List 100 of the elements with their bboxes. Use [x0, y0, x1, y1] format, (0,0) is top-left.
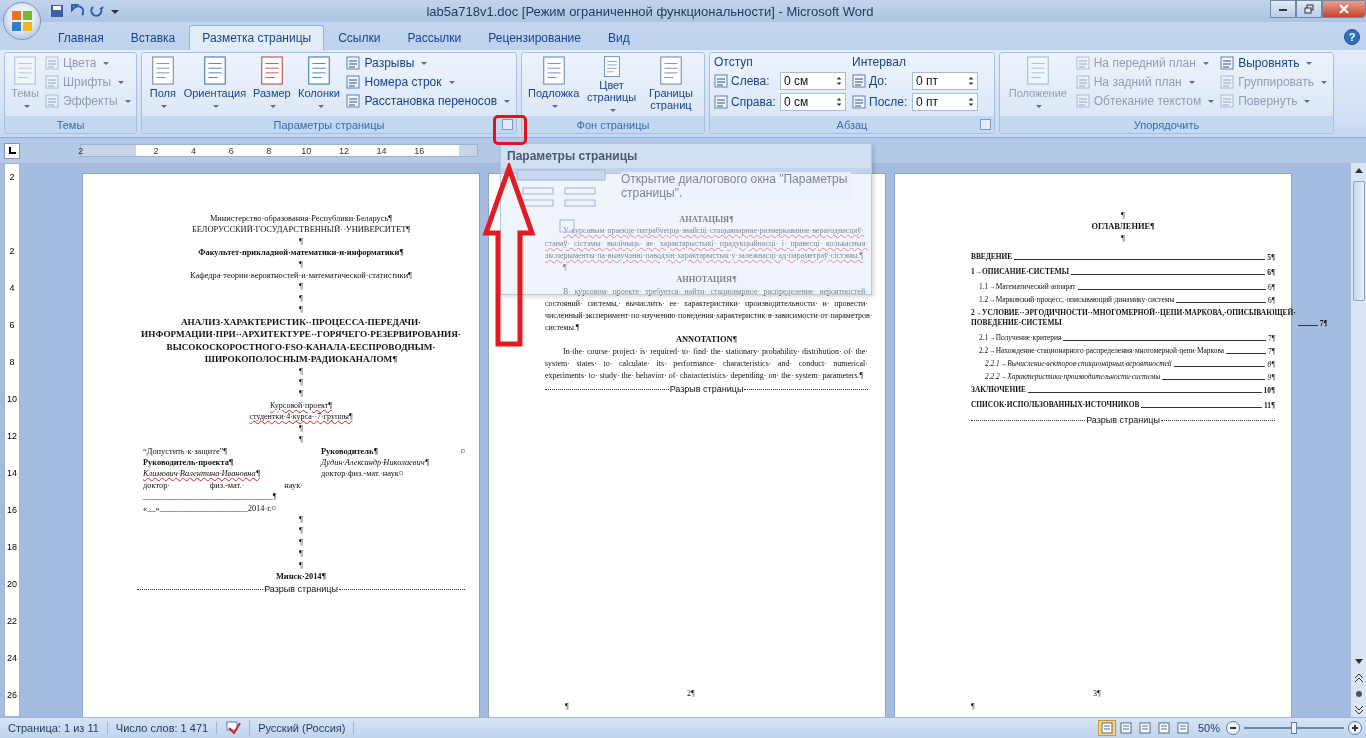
zoom-out-button[interactable]	[1226, 721, 1240, 735]
paragraph: ¶	[1120, 210, 1126, 222]
ribbon-tab[interactable]: Вид	[594, 25, 643, 50]
word-count[interactable]: Число слов: 1 471	[107, 722, 218, 734]
signature-line: “Допустить·к·защите”¶	[143, 445, 229, 457]
ruler-number: 16	[414, 145, 425, 156]
paragraph: АННОТАЦИЯ¶	[675, 274, 738, 286]
paragraph: Факультет·прикладной·математики·и·информатики¶	[197, 247, 405, 259]
ribbon-button[interactable]: Подложка	[526, 55, 582, 116]
paragraph: Министерство·образования·Республики·Беларусь¶	[208, 213, 394, 225]
spelling-check-icon[interactable]	[225, 720, 242, 734]
page-icon	[1138, 722, 1151, 734]
leader-line	[1226, 353, 1266, 355]
ruler-number: 2	[9, 245, 15, 256]
view-button[interactable]	[1097, 720, 1116, 736]
ruler-number: 12	[7, 430, 17, 441]
ruler-number: 10	[7, 393, 17, 404]
page-break: Разрыв страницы	[668, 384, 745, 395]
lines-icon	[1075, 56, 1090, 70]
ruler-number: 20	[7, 578, 17, 589]
ribbon-tab[interactable]: Ссылки	[325, 25, 394, 50]
scroll-thumb[interactable]	[1352, 181, 1365, 301]
minus-icon	[1229, 724, 1237, 732]
lines-icon	[346, 75, 361, 89]
spin-field[interactable]: 0 пт	[912, 93, 978, 111]
paragraph: ¶	[298, 281, 304, 293]
ribbon-button[interactable]: Размер	[250, 55, 294, 116]
language-indicator[interactable]: Русский (Россия)	[250, 722, 355, 734]
redo-icon[interactable]	[90, 4, 104, 18]
ruler-number: 14	[7, 467, 17, 478]
ruler-number: 22	[7, 615, 17, 626]
save-icon[interactable]	[50, 4, 64, 18]
paragraph: ¶	[298, 258, 304, 271]
ribbon-tab[interactable]: Рассылки	[394, 25, 475, 50]
spin-field[interactable]: 0 пт	[912, 72, 978, 90]
zoom-level[interactable]: 50%	[1191, 722, 1226, 734]
close-button[interactable]	[1322, 0, 1366, 18]
page-icon	[1119, 722, 1132, 734]
ribbon-button[interactable]: Поля	[146, 55, 180, 116]
paragraph: ¶	[298, 513, 304, 526]
vertical-ruler[interactable]: 2 2 4 6 8 10 12 14 16 18 20 22 24 26	[4, 163, 20, 717]
ribbon-button[interactable]: Номера строк	[344, 74, 512, 90]
field-label: До:	[869, 74, 889, 88]
ribbon-tab[interactable]: Главная	[45, 25, 117, 50]
ribbon-button[interactable]: Разрывы	[344, 55, 512, 71]
paragraph: ¶	[298, 377, 304, 389]
caret-icon	[213, 104, 220, 108]
ribbon-button[interactable]: Границы страниц	[641, 55, 700, 116]
caret-icon	[103, 61, 110, 65]
dialog-launcher-button[interactable]	[980, 119, 991, 130]
ruler-number: 4	[9, 282, 15, 293]
paragraph: ¶	[298, 548, 304, 560]
field-label: После:	[869, 95, 909, 109]
lines-icon	[714, 95, 728, 109]
page-number: 3¶	[1093, 689, 1101, 698]
logo-icon	[11, 10, 33, 32]
close-icon	[1339, 4, 1349, 14]
ribbon-tab[interactable]: Вставка	[117, 25, 189, 50]
page-icon	[1100, 722, 1113, 734]
zoom-in-button[interactable]	[1348, 721, 1362, 735]
spin-field[interactable]: 0 см	[780, 93, 846, 111]
ruler-number: 12	[338, 145, 349, 156]
horizontal-ruler[interactable]: 2 2 4 6 8 10 12 14 16	[80, 144, 478, 157]
ruler-number: 2	[9, 171, 15, 182]
lines-icon	[852, 95, 866, 109]
lines-icon	[1220, 94, 1235, 108]
tooltip-description: Открытие диалогового окна "Параметры страницы".	[621, 172, 851, 200]
tab-stop-button[interactable]	[4, 142, 20, 159]
office-button[interactable]	[3, 2, 41, 40]
field-label: Слева:	[731, 74, 771, 88]
ribbon-button[interactable]: Ориентация	[181, 55, 249, 116]
paragraph: ¶	[298, 434, 304, 446]
signature-line: «__»_____________________2014·г.¤	[143, 502, 277, 514]
ribbon-button[interactable]: Выровнять	[1218, 55, 1329, 71]
restore-button[interactable]	[1296, 0, 1322, 18]
paragraph: ¶	[298, 365, 304, 378]
page-icon	[11, 56, 39, 86]
minimize-button[interactable]	[1270, 0, 1296, 18]
spin-field[interactable]: 0 см	[780, 72, 846, 90]
ruler-number: 24	[7, 652, 17, 663]
scrollbar[interactable]	[1350, 163, 1366, 717]
page-icon	[1157, 722, 1170, 734]
ribbon-tab[interactable]: Разметка страницы	[189, 25, 325, 50]
undo-icon[interactable]	[70, 4, 84, 18]
ribbon-button[interactable]: Колонки	[295, 55, 343, 116]
help-button[interactable]: ?	[1344, 29, 1360, 45]
caret-icon	[1321, 80, 1327, 84]
double-chevron-down-icon	[1354, 706, 1363, 714]
dialog-launcher-button[interactable]	[502, 119, 513, 130]
signature-line: Дудин·Александр·Николаевич¶	[321, 456, 429, 469]
ribbon-button[interactable]: Цвет страницы	[583, 55, 640, 116]
caret-icon	[1208, 99, 1215, 103]
ribbon-tab[interactable]: Рецензирование	[475, 25, 594, 50]
ribbon-button[interactable]: Расстановка переносов	[344, 93, 512, 109]
slider-thumb[interactable]	[1291, 722, 1297, 734]
paragraph: Минск·2014¶	[274, 570, 328, 583]
lines-icon	[45, 75, 59, 89]
page-counter[interactable]: Страница: 1 из 11	[0, 722, 108, 734]
signature-line: Руководитель·проекта¶	[143, 456, 235, 469]
lines-icon	[1220, 56, 1235, 70]
